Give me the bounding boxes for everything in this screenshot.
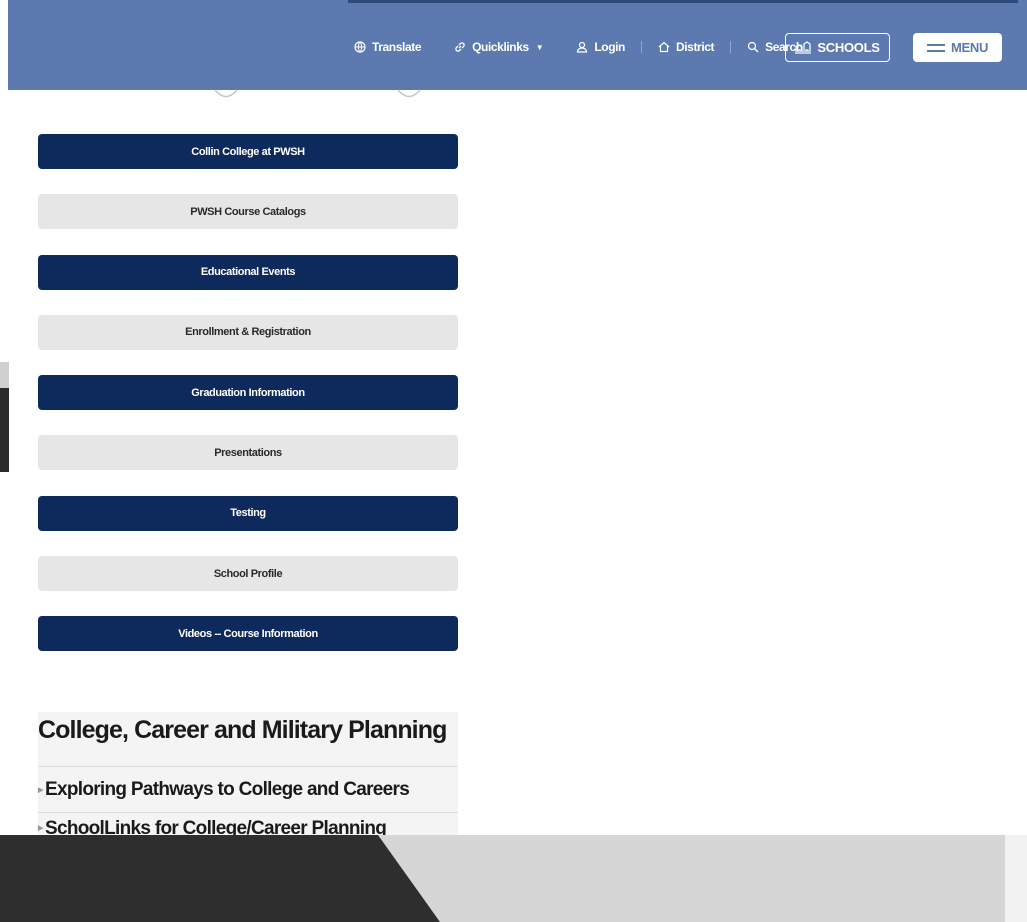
footer-dark-shape bbox=[0, 835, 440, 922]
side-panel-edge bbox=[0, 362, 9, 388]
translate-icon bbox=[354, 41, 366, 53]
user-icon bbox=[577, 41, 588, 53]
testing-button[interactable]: Testing bbox=[38, 495, 458, 531]
planning-link-pathways[interactable]: ▶ Exploring Pathways to College and Care… bbox=[38, 766, 458, 812]
quick-link-buttons: Collin College at PWSH PWSH Course Catal… bbox=[38, 134, 458, 677]
translate-link[interactable]: Translate bbox=[354, 40, 421, 54]
search-icon bbox=[747, 41, 759, 53]
login-link[interactable]: Login bbox=[576, 40, 625, 54]
bullet-arrow-icon: ▶ bbox=[38, 825, 43, 832]
carousel-prev-icon[interactable] bbox=[213, 88, 239, 100]
nav-divider bbox=[640, 41, 642, 53]
carousel-next-icon[interactable] bbox=[396, 88, 422, 100]
schools-label: SCHOOLS bbox=[817, 40, 880, 55]
menu-button[interactable]: MENU bbox=[913, 33, 1002, 62]
header-top-line bbox=[348, 0, 1018, 3]
bullet-arrow-icon: ▶ bbox=[38, 786, 43, 794]
graduation-information-button[interactable]: Graduation Information bbox=[38, 375, 458, 411]
menu-label: MENU bbox=[950, 40, 989, 55]
utility-nav: Translate Quicklinks ▼ Login District Se… bbox=[354, 38, 803, 56]
educational-events-button[interactable]: Educational Events bbox=[38, 254, 458, 290]
login-label: Login bbox=[594, 40, 625, 54]
planning-section: College, Career and Military Planning ▶ … bbox=[38, 712, 458, 839]
planning-link-label: Exploring Pathways to College and Career… bbox=[45, 778, 410, 800]
course-catalogs-button[interactable]: PWSH Course Catalogs bbox=[38, 194, 458, 230]
hamburger-icon bbox=[926, 43, 945, 52]
schools-button[interactable]: SCHOOLS bbox=[785, 33, 890, 62]
caret-down-icon: ▼ bbox=[535, 42, 544, 52]
enrollment-registration-button[interactable]: Enrollment & Registration bbox=[38, 314, 458, 350]
district-link[interactable]: District bbox=[658, 40, 715, 54]
nav-divider bbox=[730, 41, 732, 53]
presentations-button[interactable]: Presentations bbox=[38, 435, 458, 471]
school-profile-button[interactable]: School Profile bbox=[38, 556, 458, 592]
quicklinks-label: Quicklinks bbox=[472, 40, 529, 54]
home-icon bbox=[658, 41, 670, 53]
quicklinks-link[interactable]: Quicklinks ▼ bbox=[454, 40, 544, 54]
videos-course-info-button[interactable]: Videos -- Course Information bbox=[38, 616, 458, 652]
section-title: College, Career and Military Planning bbox=[38, 716, 447, 744]
district-label: District bbox=[675, 40, 715, 54]
link-icon bbox=[455, 42, 465, 52]
side-panel-dark bbox=[0, 388, 9, 472]
collin-college-button[interactable]: Collin College at PWSH bbox=[38, 134, 458, 169]
school-building-icon bbox=[795, 40, 812, 54]
translate-label: Translate bbox=[372, 40, 422, 54]
footer-edge bbox=[1005, 835, 1027, 922]
